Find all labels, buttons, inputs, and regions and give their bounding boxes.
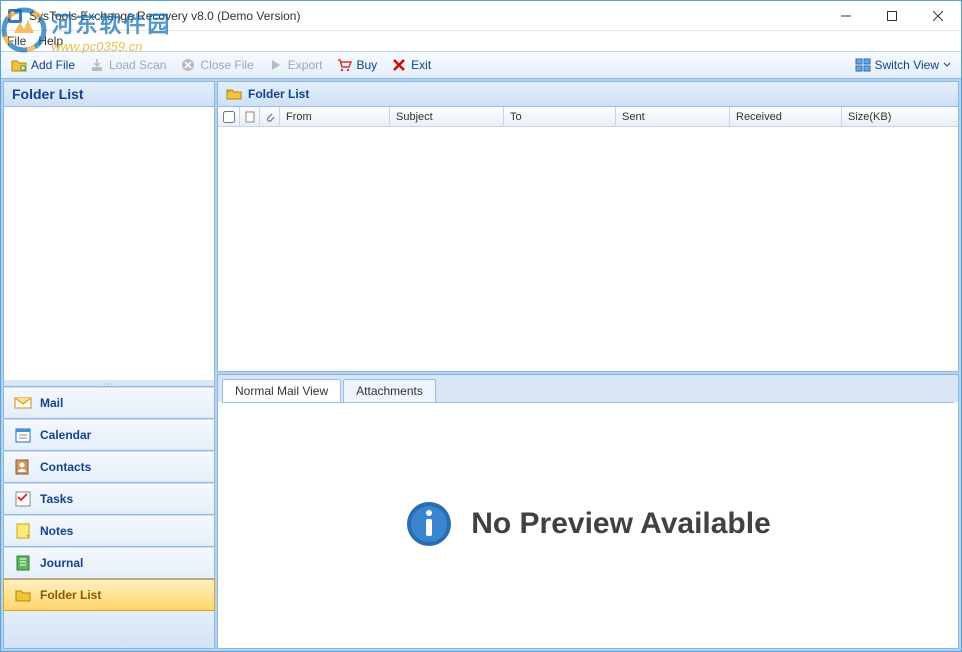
message-list-panel: Folder List From Subject To Sent Receive… xyxy=(217,81,959,372)
nav-folder-list[interactable]: Folder List xyxy=(3,579,215,611)
col-sent[interactable]: Sent xyxy=(616,107,730,126)
col-checkbox[interactable] xyxy=(218,107,240,126)
contacts-icon xyxy=(14,458,32,476)
minimize-button[interactable] xyxy=(823,1,869,30)
folder-icon xyxy=(14,586,32,604)
buy-button[interactable]: Buy xyxy=(330,55,383,75)
exit-button[interactable]: Exit xyxy=(385,55,437,75)
chevron-down-icon xyxy=(943,61,951,69)
load-scan-button: Load Scan xyxy=(83,55,172,75)
add-file-button[interactable]: Add File xyxy=(5,55,81,75)
load-scan-icon xyxy=(89,57,105,73)
tasks-icon xyxy=(14,490,32,508)
toolbar: Add File Load Scan Close File Export Buy… xyxy=(1,51,961,79)
nav-spacer xyxy=(3,611,215,649)
info-icon xyxy=(405,500,453,548)
col-attachment[interactable] xyxy=(260,107,280,126)
content-area: Folder List From Subject To Sent Receive… xyxy=(217,81,959,649)
preview-tabs: Normal Mail View Attachments xyxy=(218,375,958,402)
folder-add-icon xyxy=(11,57,27,73)
col-size[interactable]: Size(KB) xyxy=(842,107,958,126)
col-flag[interactable] xyxy=(240,107,260,126)
menu-help[interactable]: Help xyxy=(38,34,63,48)
folder-tree-panel: Folder List ••••• xyxy=(3,81,215,387)
preview-message: No Preview Available xyxy=(471,507,771,541)
export-icon xyxy=(268,57,284,73)
close-button[interactable] xyxy=(915,1,961,30)
cart-icon xyxy=(336,57,352,73)
message-grid-body[interactable] xyxy=(218,127,958,371)
col-subject[interactable]: Subject xyxy=(390,107,504,126)
calendar-icon xyxy=(14,426,32,444)
nav-notes[interactable]: Notes xyxy=(3,515,215,547)
tab-attachments[interactable]: Attachments xyxy=(343,379,436,402)
menu-file[interactable]: File xyxy=(7,34,26,48)
preview-panel: Normal Mail View Attachments No Preview … xyxy=(217,374,959,649)
journal-icon xyxy=(14,554,32,572)
exit-icon xyxy=(391,57,407,73)
col-from[interactable]: From xyxy=(280,107,390,126)
folder-list-header: Folder List xyxy=(4,82,214,107)
main-area: Folder List ••••• Mail Calendar Contacts… xyxy=(1,79,961,651)
nav-list: Mail Calendar Contacts Tasks Notes Journ… xyxy=(3,387,215,649)
folder-tree[interactable] xyxy=(4,107,214,380)
nav-contacts[interactable]: Contacts xyxy=(3,451,215,483)
maximize-button[interactable] xyxy=(869,1,915,30)
attachment-icon xyxy=(264,111,276,123)
nav-journal[interactable]: Journal xyxy=(3,547,215,579)
menubar: File Help xyxy=(1,31,961,51)
sidebar: Folder List ••••• Mail Calendar Contacts… xyxy=(3,81,215,649)
nav-mail[interactable]: Mail xyxy=(3,387,215,419)
switch-view-button[interactable]: Switch View xyxy=(849,55,957,75)
nav-tasks[interactable]: Tasks xyxy=(3,483,215,515)
window-title: SysTools Exchange Recovery v8.0 (Demo Ve… xyxy=(29,9,823,23)
col-received[interactable]: Received xyxy=(730,107,842,126)
grid-header: From Subject To Sent Received Size(KB) xyxy=(218,107,958,127)
splitter-grip[interactable]: ••••• xyxy=(4,380,214,386)
mail-icon xyxy=(14,394,32,412)
preview-body: No Preview Available xyxy=(222,402,954,644)
close-file-button: Close File xyxy=(174,55,259,75)
app-icon xyxy=(7,8,23,24)
export-button: Export xyxy=(262,55,329,75)
content-header: Folder List xyxy=(218,82,958,107)
close-file-icon xyxy=(180,57,196,73)
col-to[interactable]: To xyxy=(504,107,616,126)
page-icon xyxy=(244,111,256,123)
nav-calendar[interactable]: Calendar xyxy=(3,419,215,451)
titlebar: SysTools Exchange Recovery v8.0 (Demo Ve… xyxy=(1,1,961,31)
folder-open-icon xyxy=(226,86,242,102)
notes-icon xyxy=(14,522,32,540)
tab-normal-mail-view[interactable]: Normal Mail View xyxy=(222,379,341,402)
switch-view-icon xyxy=(855,57,871,73)
